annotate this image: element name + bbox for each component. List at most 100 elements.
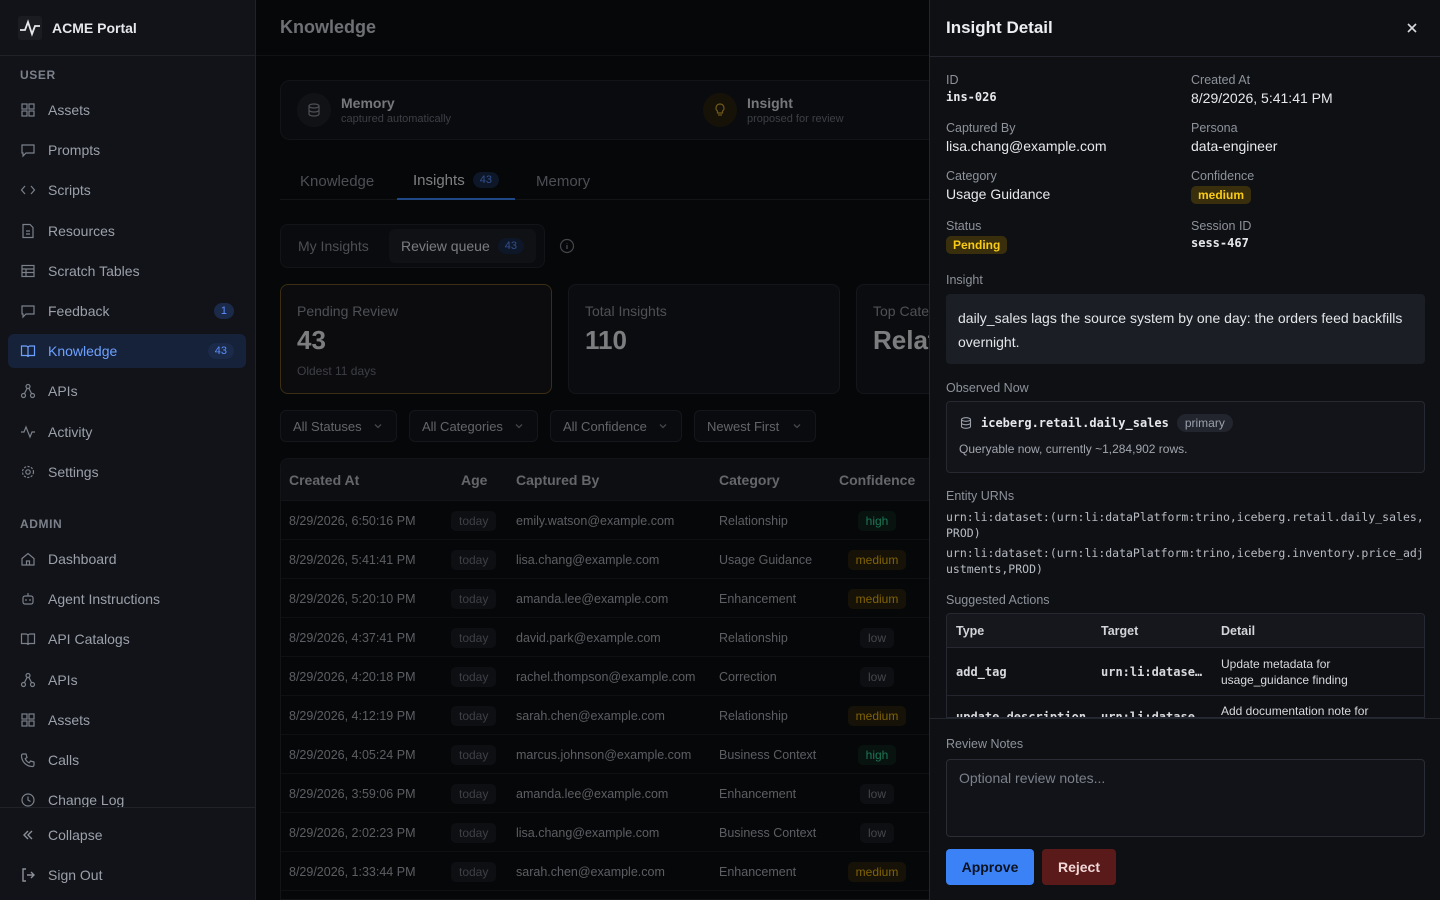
sidebar-item-label: Dashboard bbox=[48, 551, 117, 567]
brand[interactable]: ACME Portal bbox=[0, 0, 255, 56]
actions-table-header: Type Target Detail bbox=[947, 614, 1424, 648]
action-detail: Update metadata for usage_guidance findi… bbox=[1221, 657, 1348, 687]
field-session-id: Session ID sess-467 bbox=[1191, 219, 1251, 250]
sidebar-item-scratch-tables[interactable]: Scratch Tables bbox=[8, 254, 246, 288]
app-name: ACME Portal bbox=[52, 19, 137, 36]
review-notes-input[interactable] bbox=[946, 759, 1425, 837]
clock-icon bbox=[21, 793, 35, 807]
entity-urn[interactable]: urn:li:dataset:(urn:li:dataPlatform:trin… bbox=[946, 509, 1426, 541]
action-target: urn:li:datase… bbox=[1101, 710, 1203, 718]
sidebar-item-label: Activity bbox=[48, 423, 93, 440]
network-icon bbox=[20, 384, 36, 399]
sidebar-item-calls[interactable]: Calls bbox=[8, 743, 246, 777]
field-value: lisa.chang@example.com bbox=[946, 138, 1107, 154]
approve-button[interactable]: Approve bbox=[946, 849, 1034, 885]
sidebar-item-prompts[interactable]: Prompts bbox=[8, 133, 246, 167]
sidebar-item-assets[interactable]: Assets bbox=[8, 703, 246, 737]
nav-count-badge: 1 bbox=[213, 303, 234, 319]
book-icon bbox=[20, 633, 36, 646]
column-header: Detail bbox=[1221, 624, 1256, 638]
close-button[interactable] bbox=[1400, 16, 1424, 40]
field-label: Captured By bbox=[946, 121, 1016, 135]
field-status: Status Pending bbox=[946, 219, 1008, 254]
collapse-label: Collapse bbox=[48, 827, 103, 843]
sidebar-item-apis[interactable]: APIs bbox=[8, 663, 246, 697]
sidebar: ACME Portal USER Assets Prompts Scripts Res… bbox=[0, 0, 256, 900]
activity-icon bbox=[21, 424, 35, 439]
primary-tag: primary bbox=[1176, 414, 1233, 432]
action-row: add_tag urn:li:datase… Update metadata f… bbox=[947, 648, 1424, 696]
sidebar-item-api-catalogs[interactable]: API Catalogs bbox=[8, 622, 246, 656]
field-persona: Persona data-engineer bbox=[1191, 121, 1277, 154]
collapse-button[interactable]: Collapse bbox=[8, 818, 246, 852]
sidebar-item-label: API Catalogs bbox=[48, 631, 130, 648]
field-value: 8/29/2026, 5:41:41 PM bbox=[1191, 90, 1333, 106]
grid-icon bbox=[21, 103, 35, 117]
sidebar-item-label: Assets bbox=[48, 102, 91, 118]
insight-text: daily_sales lags the source system by on… bbox=[946, 294, 1425, 364]
review-notes-label: Review Notes bbox=[946, 737, 1024, 751]
gear-icon bbox=[21, 465, 35, 478]
network-icon bbox=[20, 672, 36, 687]
sidebar-item-settings[interactable]: Settings bbox=[8, 455, 246, 489]
close-icon bbox=[1407, 23, 1417, 33]
field-category: Category Usage Guidance bbox=[946, 169, 1050, 202]
sidebar-item-label: Assets bbox=[48, 711, 91, 728]
confidence-badge: medium bbox=[1191, 186, 1252, 204]
field-value: ins-026 bbox=[946, 90, 997, 104]
sidebar-item-label: APIs bbox=[48, 383, 78, 400]
sidebar-item-resources[interactable]: Resources bbox=[8, 214, 246, 248]
sidebar-item-label: Prompts bbox=[48, 142, 101, 159]
logo-icon bbox=[18, 15, 42, 40]
message-icon bbox=[21, 305, 35, 319]
field-value: sess-467 bbox=[1191, 236, 1249, 250]
column-header: Type bbox=[956, 624, 985, 638]
action-type: update_description bbox=[956, 710, 1087, 718]
status-badge: Pending bbox=[946, 236, 1008, 254]
bot-icon bbox=[22, 593, 34, 605]
field-label: Confidence bbox=[1191, 169, 1255, 183]
sidebar-item-agent-instructions[interactable]: Agent Instructions bbox=[8, 582, 246, 616]
phone-icon bbox=[20, 753, 35, 768]
grid-icon bbox=[21, 713, 35, 727]
sign-out-button[interactable]: Sign Out bbox=[8, 858, 246, 892]
insight-label: Insight bbox=[946, 273, 983, 287]
nav-count-badge: 43 bbox=[207, 343, 234, 360]
sidebar-item-apis[interactable]: APIs bbox=[8, 374, 246, 408]
observed-table-name[interactable]: iceberg.retail.daily_sales bbox=[981, 416, 1169, 430]
entity-urn[interactable]: urn:li:dataset:(urn:li:dataPlatform:trin… bbox=[946, 545, 1426, 577]
sign-out-label: Sign Out bbox=[48, 867, 103, 883]
sidebar-item-label: Feedback bbox=[48, 303, 110, 319]
chevrons-left-icon bbox=[23, 830, 33, 840]
action-type: add_tag bbox=[956, 665, 1007, 679]
field-label: Category bbox=[946, 169, 997, 183]
home-icon bbox=[21, 552, 35, 566]
code-icon bbox=[20, 185, 36, 195]
field-label: Session ID bbox=[1191, 219, 1252, 233]
sidebar-item-label: Knowledge bbox=[48, 343, 118, 360]
action-detail: Add documentation note for bbox=[1221, 704, 1369, 718]
field-value: Usage Guidance bbox=[946, 186, 1051, 202]
field-value: data-engineer bbox=[1191, 138, 1278, 154]
sidebar-item-label: Agent Instructions bbox=[48, 591, 161, 608]
urns-label: Entity URNs bbox=[946, 489, 1015, 503]
reject-button[interactable]: Reject bbox=[1042, 849, 1116, 885]
sidebar-item-feedback[interactable]: Feedback 1 bbox=[8, 294, 246, 328]
database-icon bbox=[960, 417, 972, 429]
sidebar-item-dashboard[interactable]: Dashboard bbox=[8, 542, 246, 576]
sidebar-item-scripts[interactable]: Scripts bbox=[8, 173, 246, 207]
sidebar-item-assets[interactable]: Assets bbox=[8, 93, 246, 127]
field-confidence: Confidence medium bbox=[1191, 169, 1254, 204]
observed-now-box: iceberg.retail.daily_sales primary Query… bbox=[946, 401, 1425, 473]
sidebar-item-label: Scratch Tables bbox=[48, 262, 140, 279]
field-id: ID ins-026 bbox=[946, 73, 997, 104]
field-label: Created At bbox=[1191, 73, 1251, 87]
section-label-admin: ADMIN bbox=[20, 517, 63, 531]
sidebar-item-label: Calls bbox=[48, 752, 80, 768]
sidebar-item-activity[interactable]: Activity bbox=[8, 415, 246, 449]
observed-label: Observed Now bbox=[946, 381, 1029, 395]
sidebar-item-knowledge[interactable]: Knowledge 43 bbox=[8, 334, 246, 369]
file-icon bbox=[22, 223, 34, 238]
observed-description: Queryable now, currently ~1,284,902 rows… bbox=[959, 442, 1188, 456]
action-target: urn:li:datase… bbox=[1101, 665, 1203, 679]
